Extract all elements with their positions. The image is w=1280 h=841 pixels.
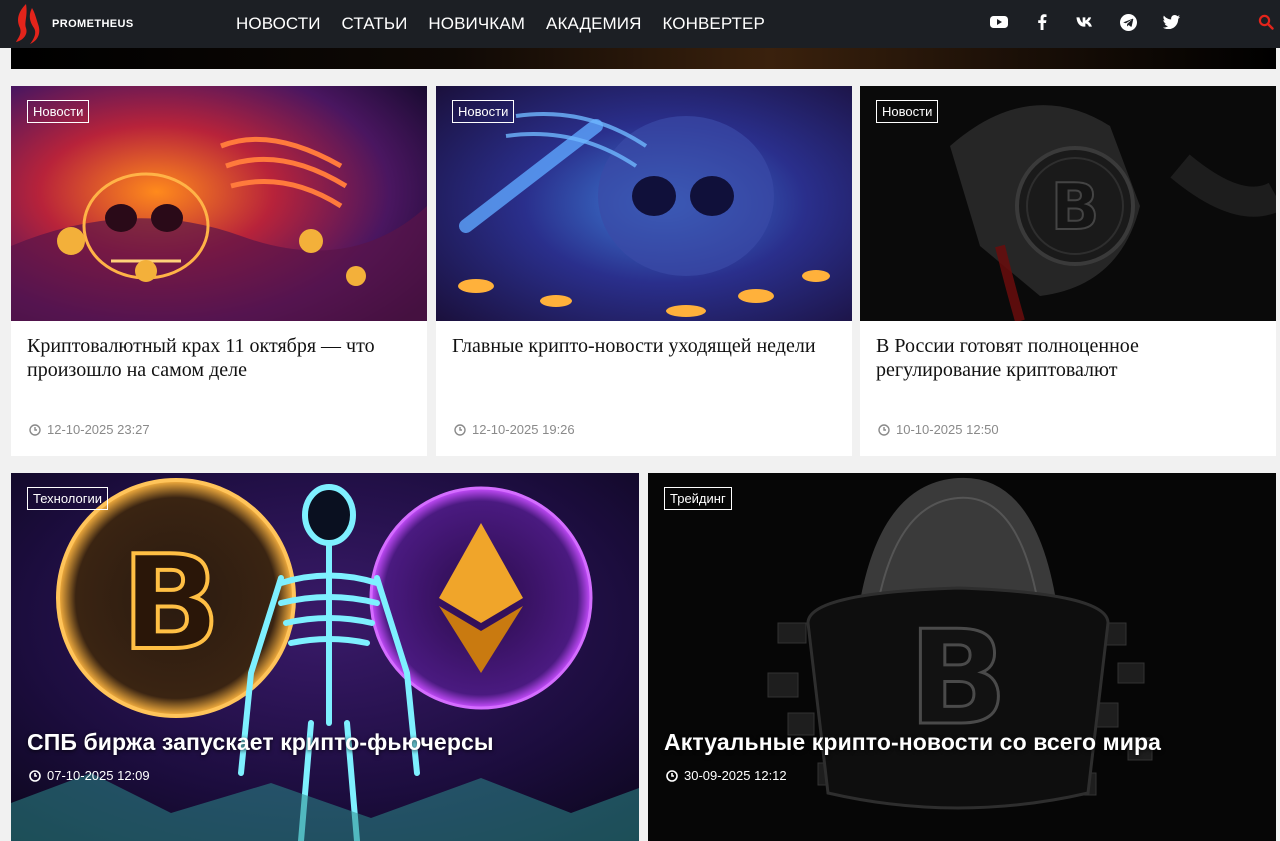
main-nav: НОВОСТИ СТАТЬИ НОВИЧКАМ АКАДЕМИЯ КОНВЕРТ… <box>236 0 765 48</box>
nav-item-beginners[interactable]: НОВИЧКАМ <box>428 14 525 34</box>
featured-image[interactable]: B <box>11 473 639 841</box>
category-tag[interactable]: Технологии <box>27 487 109 510</box>
vk-icon[interactable] <box>1076 13 1094 31</box>
clock-icon <box>29 423 41 436</box>
card-title[interactable]: В России готовят полноценное регулирован… <box>876 334 1256 382</box>
site-header: PROMETHEUS НОВОСТИ СТАТЬИ НОВИЧКАМ АКАДЕ… <box>0 0 1280 48</box>
card-title[interactable]: Главные крипто-новости уходящей недели <box>452 334 832 358</box>
card-image[interactable]: Новости <box>436 86 852 321</box>
nav-item-articles[interactable]: СТАТЬИ <box>342 14 408 34</box>
card-image[interactable]: Новости <box>11 86 427 321</box>
featured-title[interactable]: СПБ биржа запускает крипто-фьючерсы <box>27 729 494 756</box>
card-meta: 12-10-2025 23:27 <box>29 422 150 437</box>
card-image[interactable]: B Новости <box>860 86 1276 321</box>
clock-icon <box>666 769 678 782</box>
social-links <box>990 0 1180 44</box>
svg-text:B: B <box>121 527 220 679</box>
nav-item-news[interactable]: НОВОСТИ <box>236 14 321 34</box>
featured-image[interactable]: B <box>648 473 1276 841</box>
category-tag[interactable]: Новости <box>452 100 515 123</box>
hero-image-strip[interactable] <box>11 48 1276 69</box>
clock-icon <box>454 423 466 436</box>
featured-title[interactable]: Актуальные крипто-новости со всего мира <box>664 729 1161 756</box>
search-icon[interactable] <box>1258 14 1274 30</box>
featured-meta: 30-09-2025 12:12 <box>666 768 787 783</box>
brand-name: PROMETHEUS <box>52 18 134 30</box>
publish-date: 10-10-2025 12:50 <box>896 422 999 437</box>
category-tag[interactable]: Новости <box>27 100 90 123</box>
card-title[interactable]: Криптовалютный крах 11 октября — что про… <box>27 334 407 382</box>
clock-icon <box>29 769 41 782</box>
twitter-icon[interactable] <box>1162 13 1180 31</box>
publish-date: 07-10-2025 12:09 <box>47 768 150 783</box>
facebook-icon[interactable] <box>1033 13 1051 31</box>
category-tag[interactable]: Трейдинг <box>664 487 732 510</box>
featured-meta: 07-10-2025 12:09 <box>29 768 150 783</box>
youtube-icon[interactable] <box>990 13 1008 31</box>
svg-text:B: B <box>1051 171 1100 245</box>
publish-date: 12-10-2025 19:26 <box>472 422 575 437</box>
telegram-icon[interactable] <box>1119 13 1137 31</box>
featured-card[interactable]: B Трейдинг Актуальные крипто-новости со … <box>648 473 1276 841</box>
card-meta: 12-10-2025 19:26 <box>454 422 575 437</box>
nav-item-converter[interactable]: КОНВЕРТЕР <box>662 14 764 34</box>
publish-date: 30-09-2025 12:12 <box>684 768 787 783</box>
category-tag[interactable]: Новости <box>876 100 939 123</box>
news-card[interactable]: B Новости В России готовят полноценное р… <box>860 86 1276 456</box>
news-card[interactable]: Новости Криптовалютный крах 11 октября —… <box>11 86 427 456</box>
clock-icon <box>878 423 890 436</box>
card-meta: 10-10-2025 12:50 <box>878 422 999 437</box>
nav-item-academy[interactable]: АКАДЕМИЯ <box>546 14 641 34</box>
featured-card[interactable]: B Технологии СПБ биржа запускает крипто-… <box>11 473 639 841</box>
news-card[interactable]: Новости Главные крипто-новости уходящей … <box>436 86 852 456</box>
publish-date: 12-10-2025 23:27 <box>47 422 150 437</box>
flame-logo-icon <box>16 4 40 44</box>
site-logo[interactable]: PROMETHEUS <box>12 0 134 48</box>
